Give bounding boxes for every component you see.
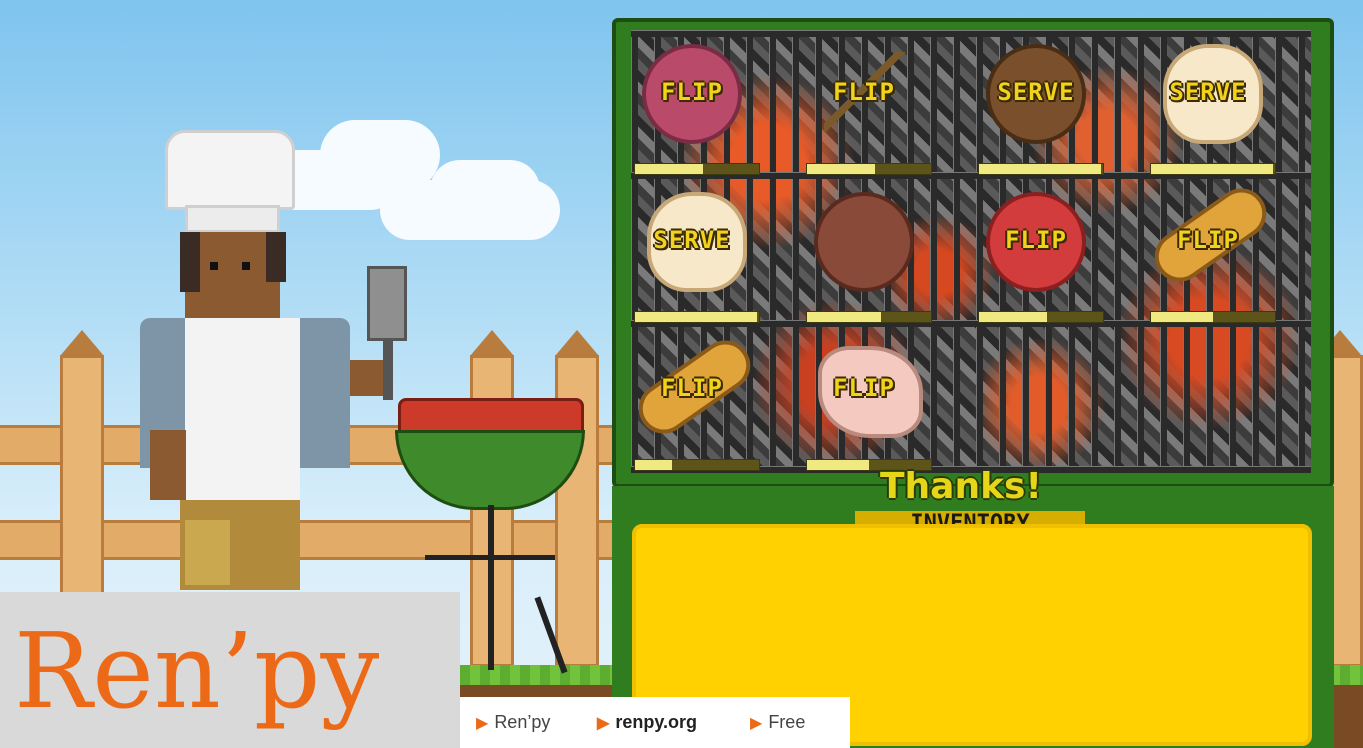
grill-slot[interactable]: FLIP	[628, 328, 762, 478]
grill-slot[interactable]: FLIP	[976, 180, 1106, 330]
serve-button[interactable]: SERVE	[976, 78, 1096, 106]
play-arrow-icon: ▶	[750, 715, 763, 732]
grill-slot[interactable]: FLIP	[632, 32, 762, 182]
status-message: Thanks!	[880, 466, 1042, 507]
meta-price-text: Free	[768, 712, 806, 732]
meta-engine-text: Ren’py	[494, 712, 551, 732]
fence-tip	[60, 330, 104, 356]
meta-price: ▶ Free	[750, 712, 805, 733]
flip-button[interactable]: FLIP	[804, 374, 924, 402]
grill-slot[interactable]	[804, 180, 934, 330]
flip-button[interactable]: FLIP	[632, 78, 752, 106]
meta-url[interactable]: ▶ renpy.org	[597, 712, 697, 733]
flip-button[interactable]: FLIP	[804, 78, 924, 106]
cook-progress	[634, 163, 760, 175]
serve-button[interactable]: SERVE	[632, 226, 752, 254]
fence-tip	[470, 330, 514, 356]
grill-slot[interactable]: SERVE	[976, 32, 1106, 182]
grill-slot[interactable]: FLIP	[804, 32, 934, 182]
cook-progress	[806, 163, 932, 175]
cook-progress	[634, 459, 760, 471]
play-arrow-icon: ▶	[476, 715, 489, 732]
cook-progress	[1150, 163, 1276, 175]
flip-button[interactable]: FLIP	[1148, 226, 1268, 254]
meta-engine: ▶ Ren’py	[476, 712, 550, 733]
flip-button[interactable]: FLIP	[976, 226, 1096, 254]
grill-slot[interactable]: SERVE	[1148, 32, 1278, 182]
play-arrow-icon: ▶	[597, 715, 610, 732]
grill-slot[interactable]: FLIP	[1144, 178, 1278, 330]
burger-raw-item	[814, 192, 914, 292]
flip-button[interactable]: FLIP	[632, 374, 752, 402]
grill-slot[interactable]: SERVE	[632, 180, 762, 330]
cook-progress	[978, 311, 1104, 323]
cloud	[430, 160, 540, 220]
cook-progress	[1150, 311, 1276, 323]
serve-button[interactable]: SERVE	[1148, 78, 1268, 106]
cook-progress	[806, 311, 932, 323]
meta-url-text[interactable]: renpy.org	[615, 712, 697, 732]
cook-progress	[634, 311, 760, 323]
grill-slot[interactable]: FLIP	[804, 328, 934, 478]
page-title: Ren’py	[14, 610, 380, 732]
cook-progress	[978, 163, 1104, 175]
fence-tip	[555, 330, 599, 356]
